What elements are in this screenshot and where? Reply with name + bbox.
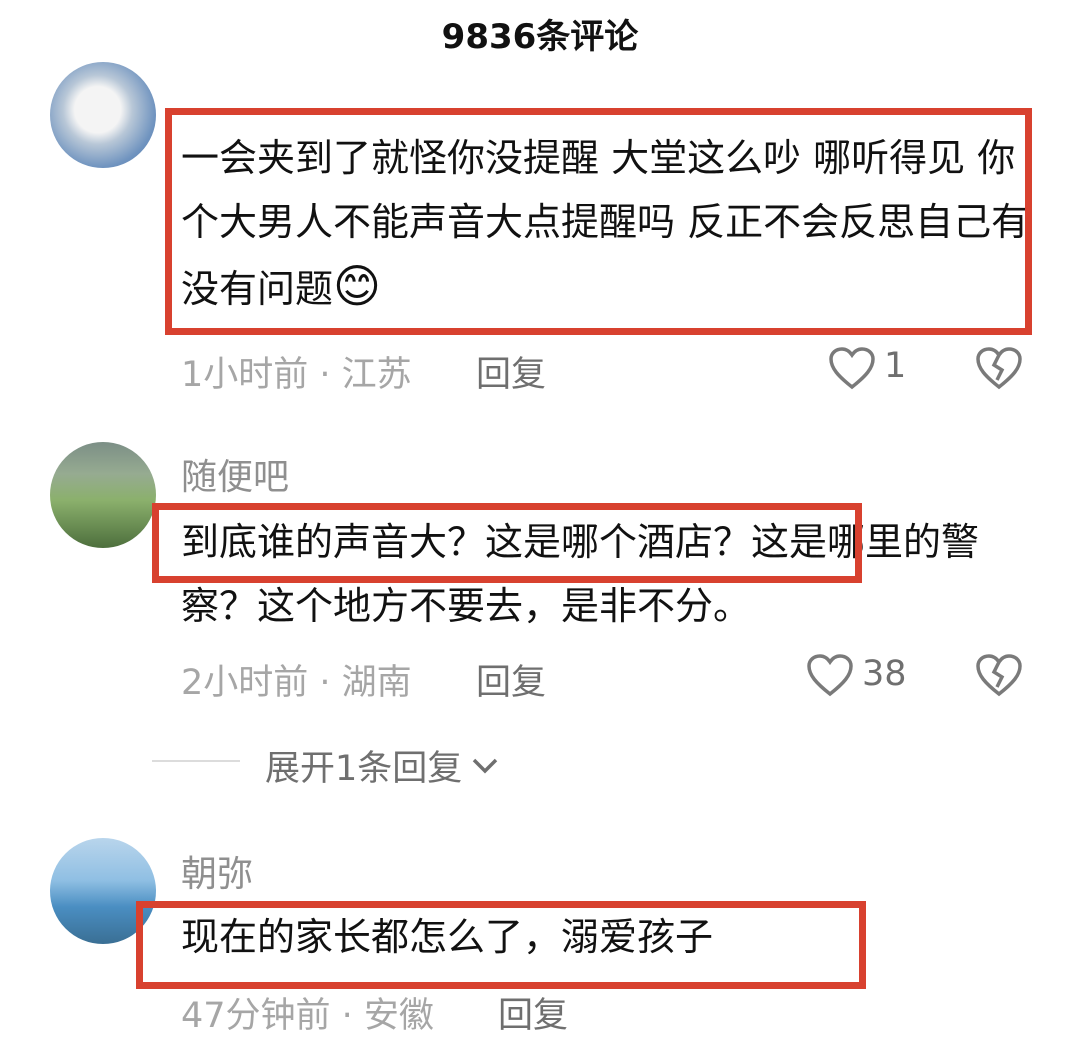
comment-meta: 47分钟前 · 安徽 [181, 996, 434, 1036]
highlight-box [165, 108, 1032, 335]
broken-heart-icon[interactable] [975, 346, 1023, 390]
highlight-box [136, 901, 866, 989]
avatar[interactable] [50, 442, 156, 548]
chevron-down-icon [470, 755, 500, 777]
like-count: 1 [884, 346, 907, 386]
highlight-box [152, 503, 862, 583]
like-count: 38 [862, 654, 907, 694]
reply-button[interactable]: 回复 [498, 987, 568, 1038]
heart-outline-icon[interactable] [806, 653, 854, 697]
commenter-name[interactable]: 随便吧 [181, 448, 289, 500]
comment-meta: 2小时前 · 湖南 [181, 663, 412, 703]
comments-title: 9836条评论 [441, 17, 639, 57]
expand-replies-label: 展开1条回复 [265, 749, 463, 789]
divider [152, 760, 240, 762]
commenter-name[interactable]: 朝弥 [181, 845, 253, 897]
reply-button[interactable]: 回复 [476, 654, 546, 705]
comment-meta: 1小时前 · 江苏 [181, 355, 412, 395]
heart-outline-icon[interactable] [828, 346, 876, 390]
reply-button[interactable]: 回复 [476, 346, 546, 397]
avatar[interactable] [50, 62, 156, 168]
broken-heart-icon[interactable] [975, 653, 1023, 697]
expand-replies-button[interactable]: 展开1条回复 [265, 740, 500, 791]
